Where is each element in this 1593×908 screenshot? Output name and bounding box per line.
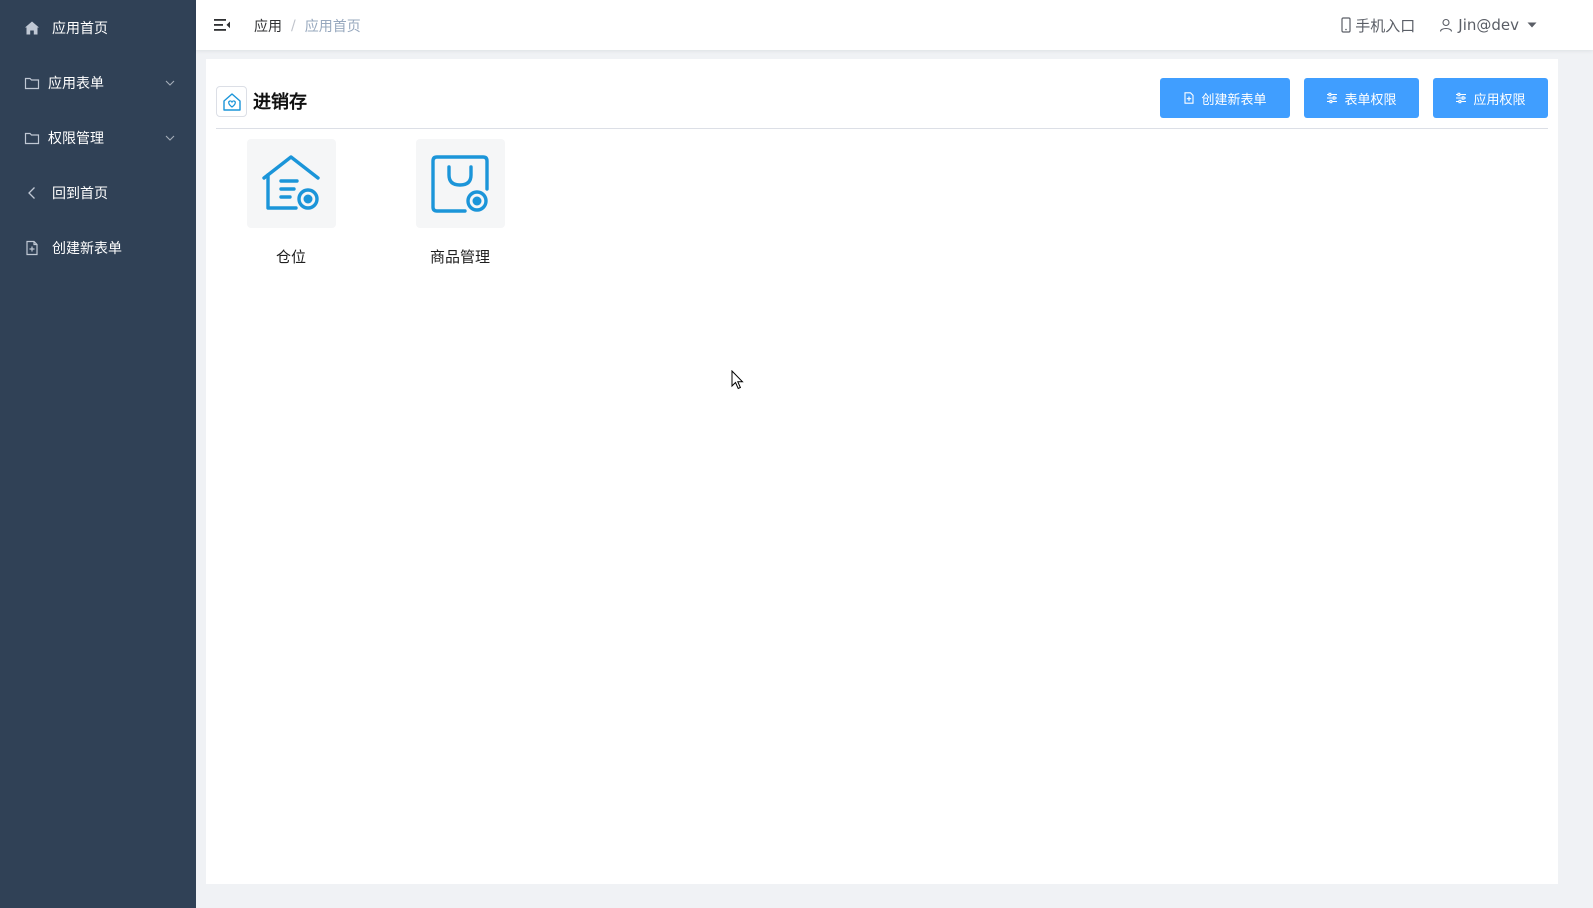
folder-icon — [24, 75, 40, 91]
user-name: Jin@dev — [1458, 16, 1519, 34]
sidebar-item-label: 创建新表单 — [52, 240, 122, 257]
sidebar-item-label: 回到首页 — [52, 185, 108, 202]
sidebar: 应用首页 应用表单 权限管理 回到首页 创建新表单 — [0, 0, 196, 908]
sliders-icon — [1327, 92, 1338, 104]
add-document-icon — [24, 240, 40, 256]
breadcrumb-current: 应用首页 — [304, 19, 361, 35]
hamburger-icon[interactable] — [212, 15, 232, 35]
chevron-down-icon — [164, 132, 176, 144]
main-card: 进销存 创建新表单 表单权限 应用权限 仓位 商品管理 — [206, 59, 1558, 884]
navbar-right: 手机入口 Jin@dev — [1339, 0, 1593, 50]
sidebar-item-create-form[interactable]: 创建新表单 — [0, 220, 196, 275]
create-form-button[interactable]: 创建新表单 — [1160, 78, 1290, 118]
sidebar-item-app-forms[interactable]: 应用表单 — [0, 55, 196, 110]
form-tile-label: 商品管理 — [429, 248, 490, 266]
mobile-entry-label: 手机入口 — [1355, 16, 1416, 35]
back-arrow-icon — [24, 185, 40, 201]
home-icon — [24, 20, 40, 36]
mobile-entry-link[interactable]: 手机入口 — [1339, 15, 1415, 36]
form-tile-goods[interactable]: 商品管理 — [395, 139, 525, 267]
create-form-button-label: 创建新表单 — [1201, 92, 1267, 108]
user-icon — [1440, 18, 1453, 32]
sidebar-item-permissions[interactable]: 权限管理 — [0, 110, 196, 165]
breadcrumb-separator: / — [291, 18, 296, 34]
form-tile-warehouse[interactable]: 仓位 — [226, 139, 356, 267]
sliders-icon — [1456, 92, 1467, 104]
warehouse-icon — [246, 139, 336, 228]
mobile-phone-icon — [1341, 17, 1351, 33]
app-header: 进销存 创建新表单 表单权限 应用权限 — [216, 77, 1548, 129]
user-menu[interactable]: Jin@dev — [1439, 16, 1537, 34]
app-permission-button-label: 应用权限 — [1473, 92, 1526, 108]
form-permission-button-label: 表单权限 — [1344, 92, 1397, 108]
chevron-down-icon — [164, 77, 176, 89]
breadcrumb: 应用 / 应用首页 — [254, 16, 361, 36]
sidebar-item-label: 应用首页 — [52, 20, 108, 37]
app-permission-button[interactable]: 应用权限 — [1433, 78, 1548, 118]
breadcrumb-root[interactable]: 应用 — [254, 16, 282, 36]
add-document-icon — [1184, 92, 1195, 104]
app-logo-icon — [216, 86, 247, 117]
caret-down-icon — [1527, 22, 1537, 28]
sidebar-item-label: 应用表单 — [48, 75, 104, 92]
sidebar-item-label: 权限管理 — [48, 130, 104, 147]
app-title: 进销存 — [253, 92, 307, 113]
form-tile-label: 仓位 — [275, 248, 306, 266]
app-root: 应用首页 应用表单 权限管理 回到首页 创建新表单 应用 / 应用首页 手机入口… — [0, 0, 1593, 908]
top-navbar: 应用 / 应用首页 手机入口 Jin@dev — [196, 0, 1593, 50]
form-permission-button[interactable]: 表单权限 — [1304, 78, 1419, 118]
sidebar-item-back-home[interactable]: 回到首页 — [0, 165, 196, 220]
sidebar-item-app-home[interactable]: 应用首页 — [0, 0, 196, 55]
shopping-bag-icon — [415, 139, 505, 228]
folder-icon — [24, 130, 40, 146]
